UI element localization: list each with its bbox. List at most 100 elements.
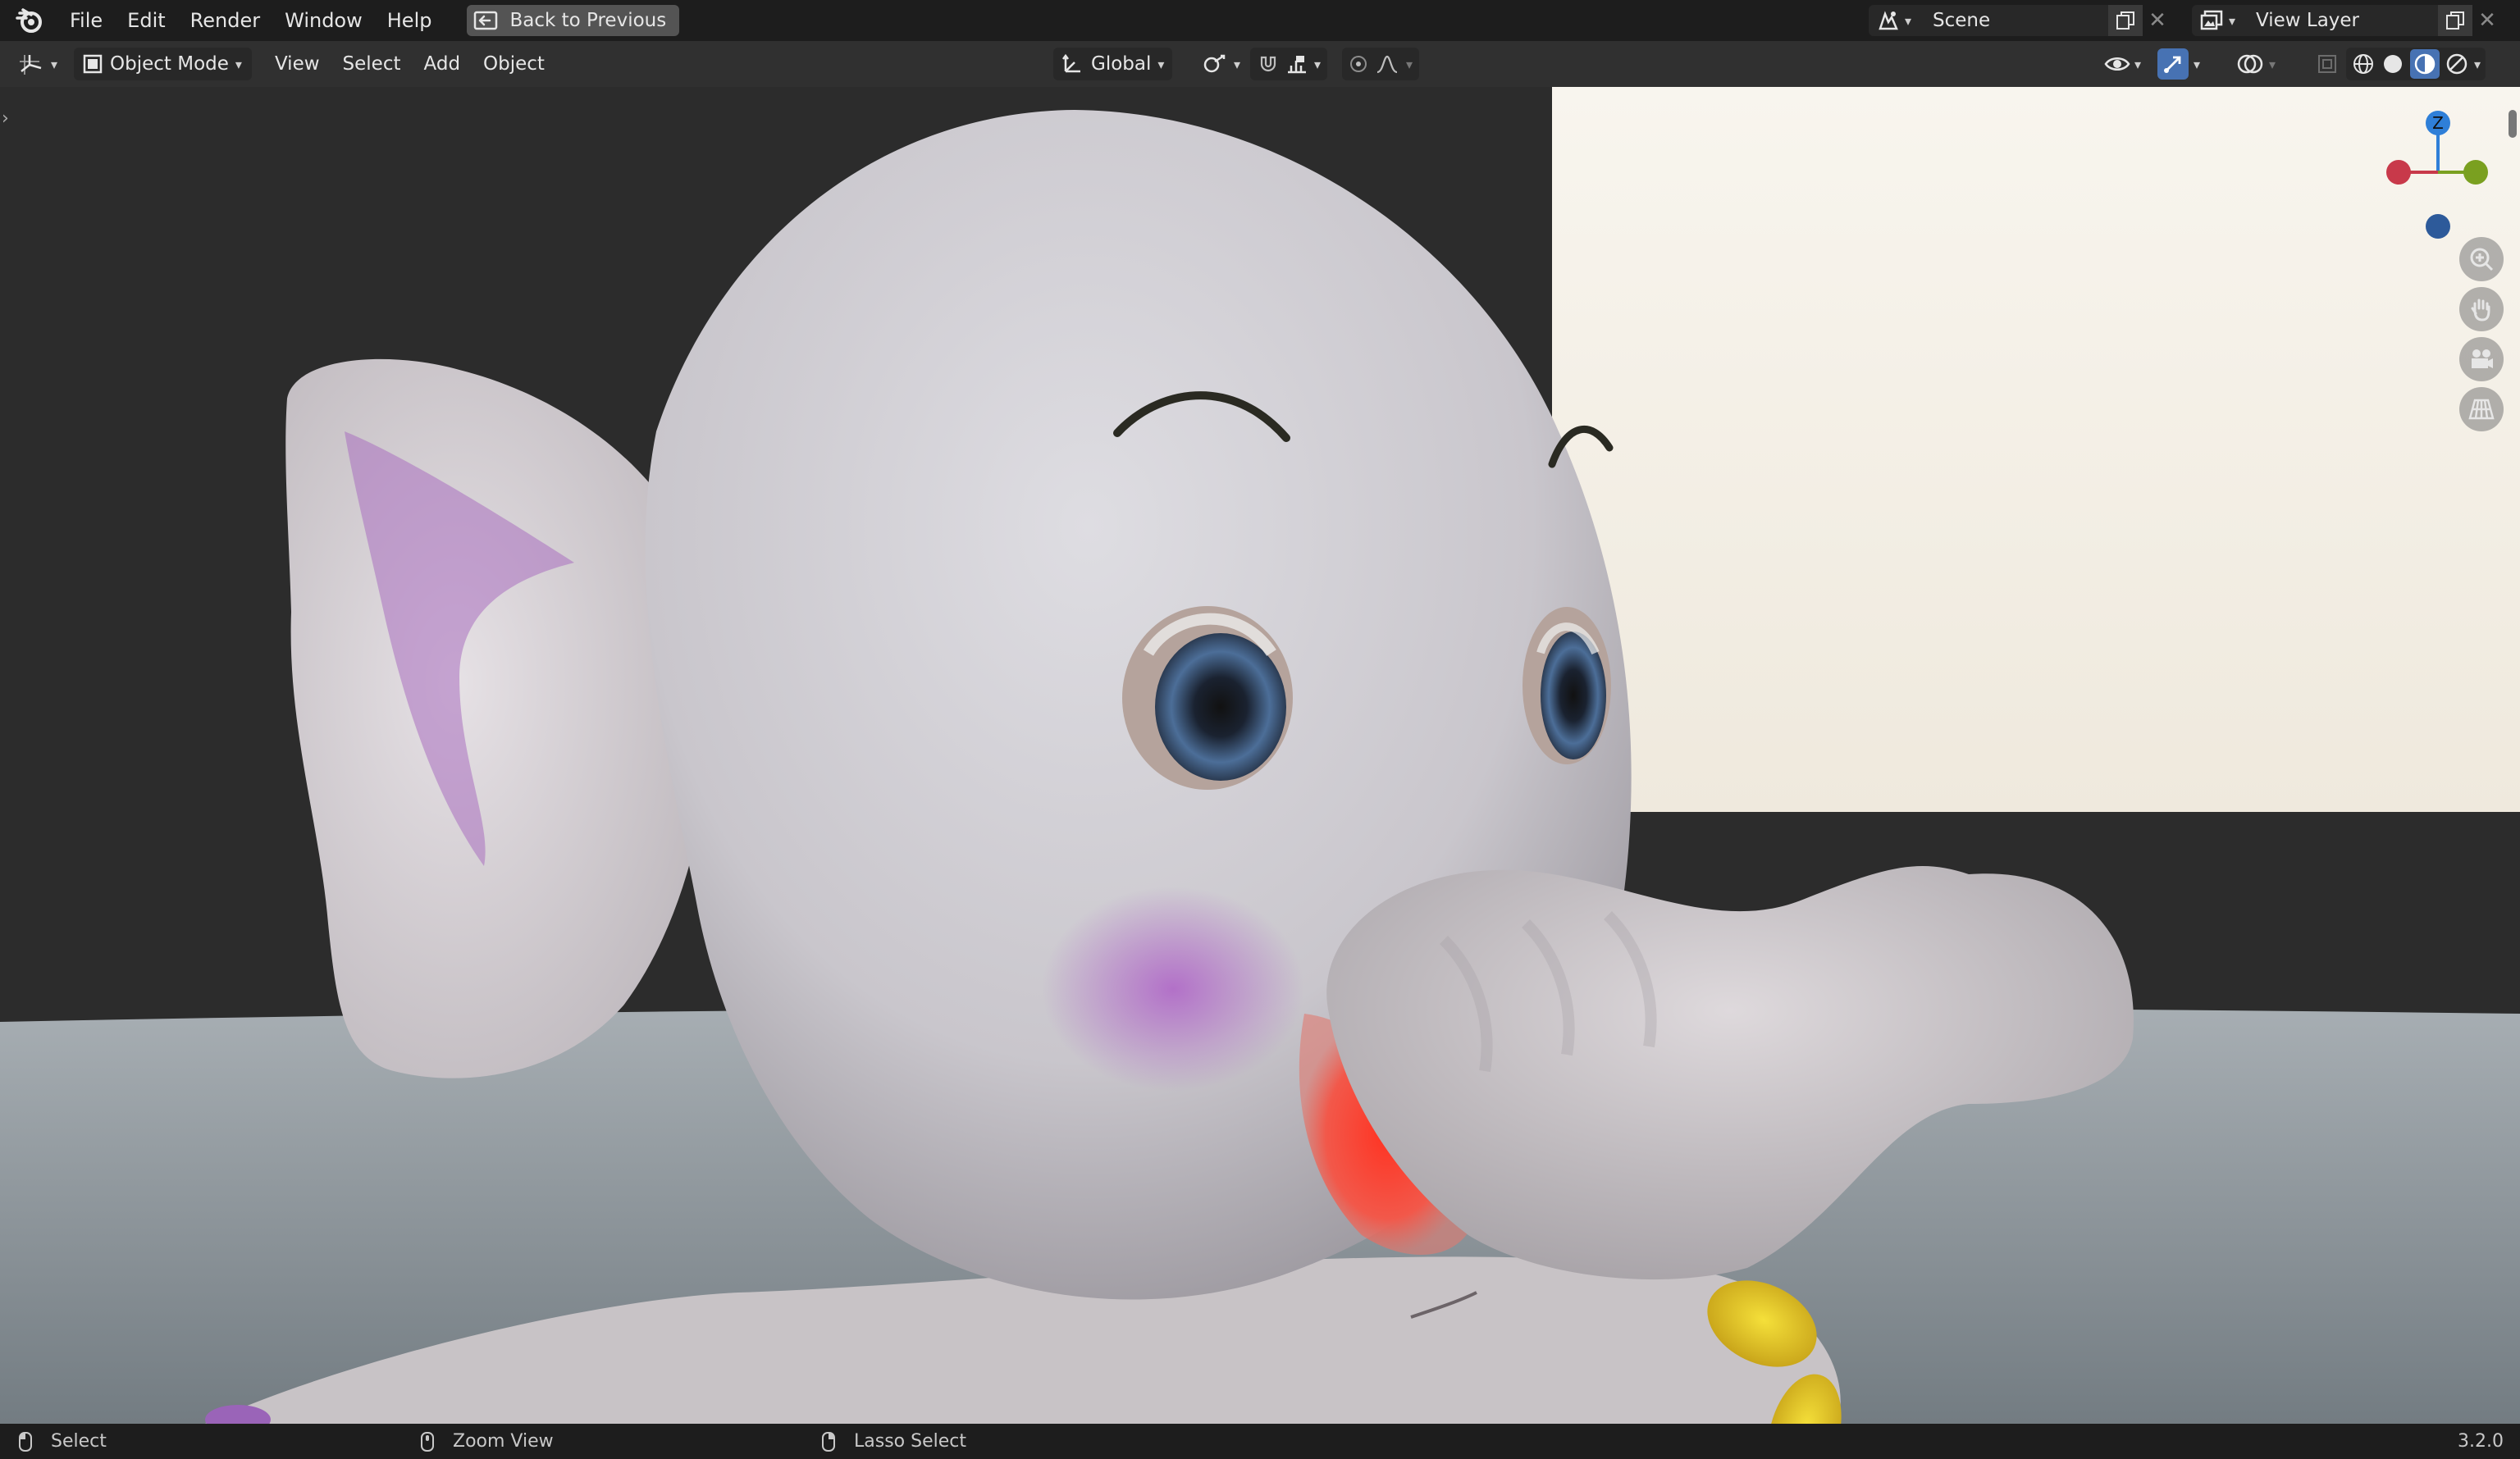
- zoom-button[interactable]: [2459, 237, 2504, 281]
- chevron-down-icon[interactable]: ▾: [2269, 57, 2276, 72]
- chevron-down-icon: ▾: [51, 56, 58, 72]
- scrollbar-handle[interactable]: [2509, 110, 2517, 138]
- snap-group: ▾: [1250, 48, 1328, 80]
- gizmo-y-axis[interactable]: [2463, 160, 2488, 185]
- menu-select[interactable]: Select: [331, 41, 413, 87]
- overlays-icon[interactable]: [2236, 52, 2264, 76]
- shading-mode-group: ▾: [2346, 48, 2486, 80]
- snap-increment-icon[interactable]: [1285, 52, 1309, 75]
- menu-render[interactable]: Render: [178, 0, 272, 41]
- render-layers-icon: [2200, 10, 2223, 30]
- scene-browse-button[interactable]: ▾: [1869, 5, 1920, 36]
- mouse-middle-icon: [421, 1431, 434, 1452]
- transform-orientation-selector[interactable]: Global ▾: [1053, 48, 1173, 80]
- material-shading-icon: [2414, 53, 2436, 75]
- top-menu-bar: File Edit Render Window Help Back to Pre…: [0, 0, 2520, 41]
- mouse-right-icon: [822, 1431, 835, 1452]
- view-layer-name: View Layer: [2256, 10, 2360, 31]
- solid-shading-icon[interactable]: [2381, 52, 2405, 76]
- blender-logo-icon[interactable]: [15, 7, 43, 34]
- chevron-down-icon: ▾: [1157, 56, 1165, 72]
- xray-icon: [2318, 55, 2336, 73]
- rendered-shading-icon[interactable]: [2445, 52, 2469, 76]
- back-screen-icon: [474, 11, 498, 30]
- magnet-icon[interactable]: [1257, 52, 1280, 75]
- menu-object[interactable]: Object: [472, 41, 556, 87]
- pan-button[interactable]: [2459, 287, 2504, 331]
- grid-icon: [2468, 399, 2495, 420]
- wireframe-shading-icon[interactable]: [2351, 52, 2376, 76]
- eye-icon: [2104, 57, 2130, 71]
- duplicate-icon: [2446, 11, 2464, 30]
- chevron-down-icon: ▾: [1234, 56, 1241, 72]
- mode-label: Object Mode: [110, 53, 229, 75]
- scene-icon: [1879, 11, 1898, 30]
- scene-render[interactable]: [0, 87, 2520, 1424]
- orientation-label: Global: [1091, 53, 1152, 75]
- gizmo-toggle-button[interactable]: [2157, 48, 2189, 80]
- version-label: 3.2.0: [2458, 1431, 2504, 1452]
- gizmo-icon: [2164, 56, 2181, 73]
- chevron-down-icon[interactable]: ▾: [2194, 57, 2200, 72]
- status-bar: Select Zoom View Lasso Select 3.2.0: [0, 1424, 2520, 1459]
- new-scene-button[interactable]: [2108, 5, 2143, 36]
- proportional-edit-icon[interactable]: [1349, 54, 1368, 74]
- chevron-down-icon[interactable]: ▾: [2474, 57, 2481, 72]
- new-view-layer-button[interactable]: [2438, 5, 2472, 36]
- visibility-selector[interactable]: ▾: [2097, 48, 2148, 80]
- editor-type-button[interactable]: ▾: [11, 48, 64, 80]
- chevron-down-icon[interactable]: ▾: [1406, 57, 1413, 72]
- pivot-point-button[interactable]: ▾: [1196, 48, 1247, 80]
- perspective-toggle-button[interactable]: [2459, 387, 2504, 431]
- mode-selector[interactable]: Object Mode ▾: [74, 48, 252, 80]
- mouse-left-icon: [19, 1431, 32, 1452]
- sidebar-toggle-icon[interactable]: ›: [2, 108, 9, 129]
- chevron-down-icon[interactable]: ▾: [1314, 57, 1321, 72]
- status-lasso-hint: Lasso Select: [821, 1424, 966, 1459]
- menu-view[interactable]: View: [263, 41, 331, 87]
- object-mode-icon: [83, 54, 103, 74]
- proportional-editing-group: ▾: [1342, 48, 1420, 80]
- menu-add[interactable]: Add: [413, 41, 472, 87]
- viewport-header: ▾ Object Mode ▾ View Select Add Object G…: [0, 41, 2520, 87]
- scene-name-field[interactable]: Scene: [1920, 5, 2108, 36]
- menu-window[interactable]: Window: [272, 0, 375, 41]
- scene-name: Scene: [1933, 10, 1991, 31]
- material-preview-shading-button[interactable]: [2410, 49, 2440, 79]
- menu-file[interactable]: File: [57, 0, 115, 41]
- delete-view-layer-button[interactable]: ✕: [2472, 5, 2502, 36]
- menu-help[interactable]: Help: [375, 0, 445, 41]
- menu-edit[interactable]: Edit: [115, 0, 177, 41]
- chevron-down-icon: ▾: [2228, 12, 2236, 29]
- gizmo-toggle-group: ▾: [2157, 48, 2200, 80]
- chevron-down-icon: ▾: [2134, 56, 2142, 72]
- view-layer-browse-button[interactable]: ▾: [2192, 5, 2243, 36]
- gizmo-x-axis[interactable]: [2386, 160, 2411, 185]
- overlays-toggle-group: ▾: [2230, 48, 2282, 80]
- close-icon: ✕: [2478, 8, 2496, 33]
- view-layer-name-field[interactable]: View Layer: [2243, 5, 2438, 36]
- gizmo-z-label: Z: [2432, 113, 2444, 133]
- 3d-viewport[interactable]: › Z: [0, 87, 2520, 1424]
- delete-scene-button[interactable]: ✕: [2143, 5, 2172, 36]
- back-to-previous-button[interactable]: Back to Previous: [467, 5, 680, 36]
- chevron-down-icon: ▾: [1904, 12, 1912, 29]
- status-select-hint: Select: [18, 1424, 107, 1459]
- gizmo-neg-z-axis[interactable]: [2426, 214, 2450, 239]
- scene-selector: ▾ Scene ✕: [1869, 5, 2172, 36]
- falloff-curve-icon[interactable]: [1375, 54, 1399, 74]
- navigation-gizmo[interactable]: Z: [2379, 103, 2502, 243]
- status-zoom-label: Zoom View: [453, 1431, 554, 1452]
- duplicate-icon: [2116, 11, 2134, 30]
- close-icon: ✕: [2148, 8, 2166, 33]
- camera-view-button[interactable]: [2459, 337, 2504, 381]
- camera-icon: [2472, 349, 2493, 368]
- status-select-label: Select: [51, 1431, 107, 1452]
- orientation-global-icon: [1062, 53, 1080, 73]
- version-info: 3.2.0: [2458, 1424, 2504, 1459]
- status-lasso-label: Lasso Select: [854, 1431, 966, 1452]
- zoom-icon: [2470, 248, 2494, 271]
- 3d-viewport-icon: [20, 55, 42, 75]
- xray-toggle[interactable]: [2310, 48, 2344, 80]
- chevron-down-icon: ▾: [235, 56, 242, 72]
